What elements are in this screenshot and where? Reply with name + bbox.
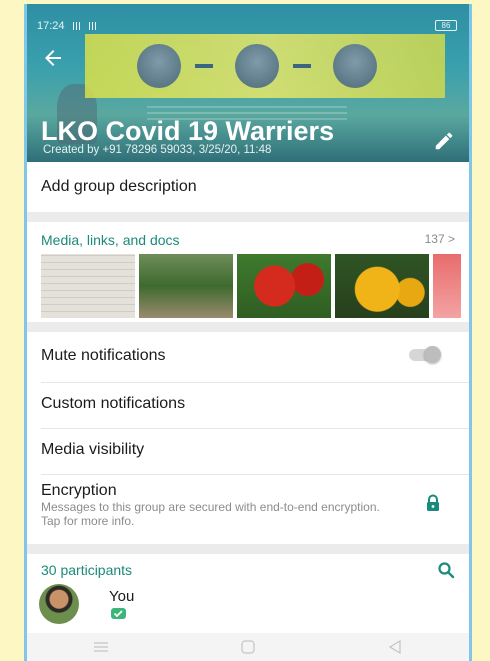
row-divider: [41, 428, 469, 429]
media-visibility-row[interactable]: Media visibility: [27, 441, 469, 459]
mute-notifications-row[interactable]: Mute notifications: [27, 347, 469, 365]
row-divider: [41, 382, 469, 383]
status-bar: 17:24 86: [37, 18, 457, 34]
toggle-knob: [424, 346, 441, 363]
media-title: Media, links, and docs: [41, 232, 180, 248]
home-nav-icon[interactable]: [236, 639, 260, 655]
banner-face: [333, 44, 377, 88]
system-nav-bar: [27, 633, 469, 661]
media-thumbnails: [41, 254, 461, 318]
banner-dash: [293, 64, 311, 68]
media-thumbnail[interactable]: [237, 254, 331, 318]
back-arrow-icon[interactable]: [41, 46, 65, 70]
lock-icon: [427, 494, 439, 511]
section-separator: [27, 544, 469, 554]
group-created-by: Created by +91 78296 59033, 3/25/20, 11:…: [43, 144, 272, 156]
custom-notifications-row[interactable]: Custom notifications: [27, 395, 469, 413]
add-group-description[interactable]: Add group description: [27, 162, 469, 212]
check-badge-icon: [111, 608, 126, 619]
encryption-description: Messages to this group are secured with …: [41, 500, 380, 528]
encryption-row[interactable]: Encryption: [27, 482, 469, 500]
status-time: 17:24: [37, 20, 65, 32]
group-photo-banner[interactable]: [85, 34, 445, 98]
banner-dash: [195, 64, 213, 68]
participant-name[interactable]: You: [109, 588, 134, 605]
back-nav-icon[interactable]: [383, 639, 407, 655]
signal-icon: [86, 22, 99, 30]
group-header: 17:24 86 LKO Covid 19 Warriers Created b…: [27, 4, 469, 162]
avatar[interactable]: [39, 584, 79, 624]
participants-count: 30 participants: [41, 562, 133, 578]
mute-toggle[interactable]: [409, 346, 441, 363]
group-info-screen: 17:24 86 LKO Covid 19 Warriers Created b…: [24, 4, 472, 661]
search-icon[interactable]: [437, 561, 455, 579]
participants-header: 30 participants: [27, 556, 469, 584]
row-divider: [41, 474, 469, 475]
mute-notifications-label: Mute notifications: [41, 347, 166, 364]
media-thumbnail[interactable]: [433, 254, 461, 318]
section-separator: [27, 322, 469, 332]
media-thumbnail[interactable]: [139, 254, 233, 318]
custom-notifications-label: Custom notifications: [41, 395, 186, 412]
media-thumbnail[interactable]: [335, 254, 429, 318]
banner-face: [235, 44, 279, 88]
signal-icon: [70, 22, 83, 30]
group-name: LKO Covid 19 Warriers: [41, 116, 335, 146]
media-count[interactable]: 137 >: [425, 232, 455, 246]
media-thumbnail[interactable]: [41, 254, 135, 318]
encryption-label: Encryption: [41, 482, 117, 499]
media-header[interactable]: Media, links, and docs 137 >: [27, 222, 469, 254]
battery-icon: 86: [435, 20, 457, 31]
media-visibility-label: Media visibility: [41, 441, 145, 458]
banner-face: [137, 44, 181, 88]
menu-nav-icon[interactable]: [89, 639, 113, 655]
section-separator: [27, 212, 469, 222]
edit-pencil-icon[interactable]: [433, 130, 455, 152]
